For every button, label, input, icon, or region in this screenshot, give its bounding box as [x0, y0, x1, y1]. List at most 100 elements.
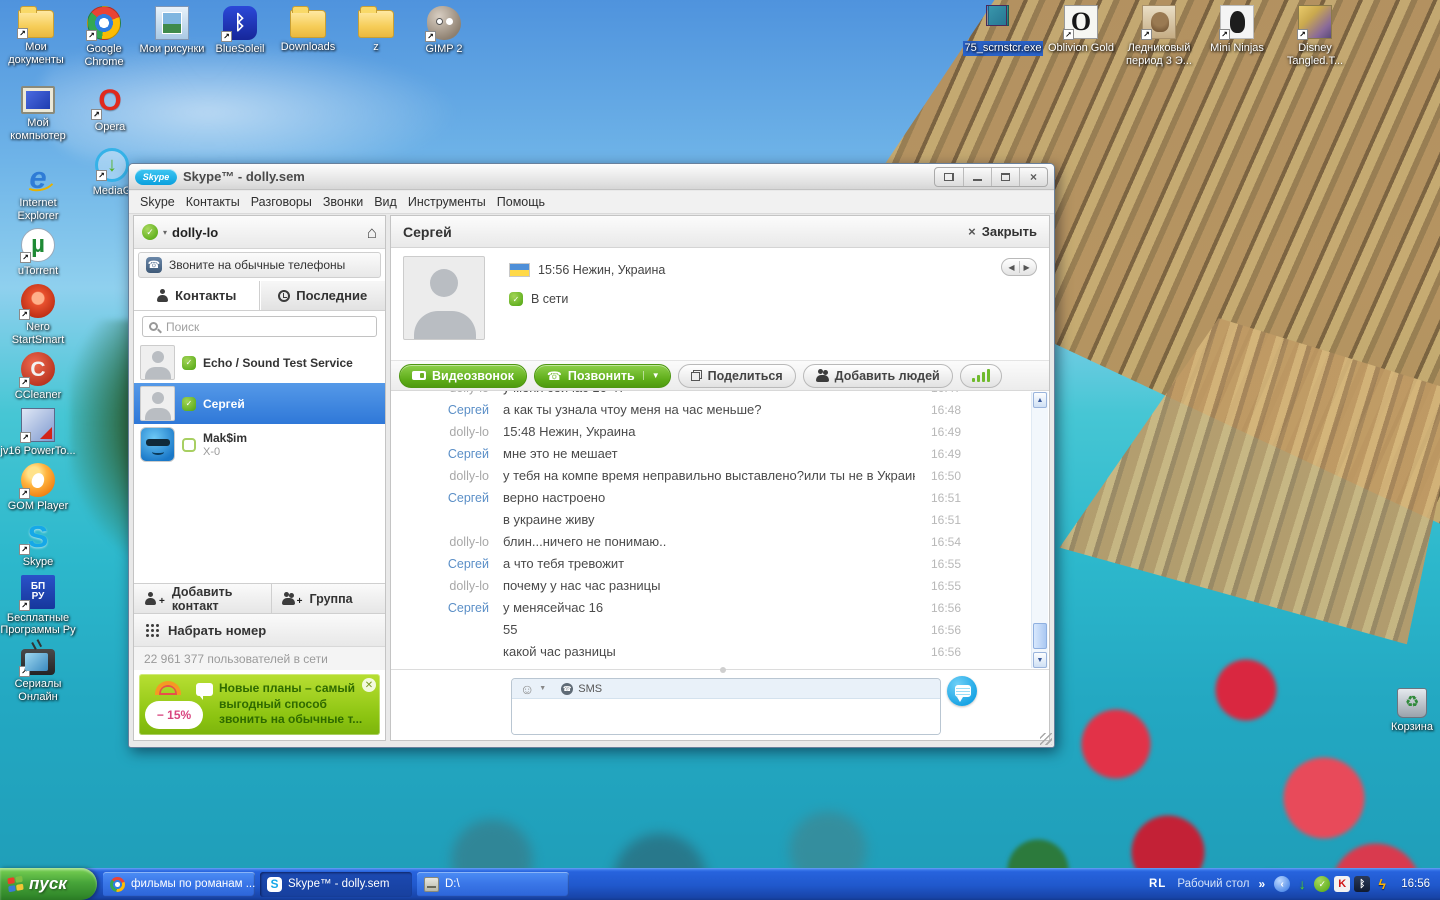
menu-item-2[interactable]: Контакты: [185, 193, 241, 211]
menu-item-3[interactable]: Разговоры: [250, 193, 313, 211]
menu-item-5[interactable]: Вид: [373, 193, 398, 211]
desktop-icon-exe75[interactable]: 75_scrnstcr.exe: [964, 5, 1042, 67]
desktop-icon-folder[interactable]: Downloads: [274, 6, 342, 68]
title-bar[interactable]: Skype Skype™ - dolly.sem ×: [129, 164, 1054, 190]
desktop-icon-gom[interactable]: ↗ GOM Player: [0, 463, 76, 513]
task-button[interactable]: D:\: [417, 871, 569, 897]
desktop-icon-bluesoleil[interactable]: ᛒ ↗ BlueSoleil: [206, 6, 274, 68]
desktop-toolbar-label[interactable]: Рабочий стол: [1177, 878, 1249, 890]
desktop-icon-ninjas[interactable]: ↗ Mini Ninjas: [1198, 5, 1276, 67]
desktop-icon-ie[interactable]: e Internet Explorer: [0, 160, 76, 222]
search-input[interactable]: [164, 318, 370, 335]
message-author: Сергей: [447, 601, 489, 615]
call-quality-button[interactable]: [959, 363, 1002, 388]
task-button[interactable]: S Skype™ - dolly.sem: [260, 871, 412, 897]
conversation-panel: Сергей × Закрыть 15:56 Нежин, Украина ✓ …: [390, 215, 1050, 741]
desktop-icon-nero[interactable]: ↗ Nero StartSmart: [0, 283, 76, 346]
skype-window: Skype Skype™ - dolly.sem × Skype Контакты…: [128, 163, 1055, 748]
maximize-button[interactable]: [991, 167, 1019, 186]
call-phones-button[interactable]: ☎ Звоните на обычные телефоны: [138, 252, 381, 278]
desktop-icon-skypeapp[interactable]: S ↗ Skype: [0, 519, 76, 569]
home-icon[interactable]: ⌂: [367, 224, 377, 241]
prev-arrow-icon[interactable]: ◀: [1004, 263, 1018, 272]
message-input-box[interactable]: ☺ ▼ ☎ SMS: [511, 678, 941, 735]
send-message-button[interactable]: [947, 676, 977, 706]
share-button[interactable]: Поделиться: [677, 363, 796, 388]
menu-item-1[interactable]: Skype: [139, 193, 176, 211]
desktop-icon-bpru[interactable]: БП РУ ↗ Бесплатные Программы Ру: [0, 574, 76, 637]
contact-row[interactable]: Mak$im X-0: [134, 424, 385, 465]
emoticon-dropdown-icon[interactable]: ▼: [539, 685, 546, 692]
add-contact-button[interactable]: + Добавить контакт: [134, 584, 272, 613]
scrollbar-thumb[interactable]: [1033, 623, 1047, 649]
desktop-icon-gimp[interactable]: ↗ GIMP 2: [410, 6, 478, 68]
scroll-down-icon[interactable]: ▼: [1033, 652, 1047, 668]
mediaget-tray-icon[interactable]: ↓: [1294, 876, 1310, 892]
video-call-button[interactable]: Видеозвонок: [399, 363, 527, 388]
emoticon-icon[interactable]: ☺: [520, 682, 534, 696]
ad-close-icon[interactable]: ✕: [362, 678, 376, 692]
call-button[interactable]: ☎ Позвонить ▼: [533, 363, 671, 388]
kaspersky-tray-icon[interactable]: K: [1334, 876, 1351, 892]
message-input[interactable]: [512, 700, 940, 734]
desktop-icon-utorrent[interactable]: µ ↗ uTorrent: [0, 228, 76, 278]
restore-button[interactable]: [935, 168, 963, 186]
sms-label[interactable]: SMS: [578, 683, 602, 695]
add-people-button[interactable]: Добавить людей: [802, 363, 953, 388]
ukraine-flag-icon: [509, 263, 530, 277]
create-group-button[interactable]: + Группа: [272, 584, 385, 613]
icon-label: Disney Tangled.T...: [1286, 42, 1344, 67]
status-dropdown-icon[interactable]: ▾: [163, 228, 167, 237]
search-box[interactable]: [142, 316, 377, 337]
close-icon: ×: [968, 224, 976, 239]
desktop-icon-tangled[interactable]: ↗ Disney Tangled.T...: [1276, 5, 1354, 67]
minimize-button[interactable]: [963, 167, 991, 186]
language-indicator[interactable]: RL: [1149, 878, 1166, 890]
ad-line: Новые планы – самый: [219, 681, 356, 696]
desktop-icon-oblivion[interactable]: O ↗ Oblivion Gold: [1042, 5, 1120, 67]
profile-nav-arrows[interactable]: ◀ ▶: [1001, 258, 1037, 276]
close-button[interactable]: ×: [1019, 167, 1047, 186]
current-user-row[interactable]: ✓ ▾ dolly-lo ⌂: [134, 216, 385, 249]
desktop-icon-folder[interactable]: z: [342, 6, 410, 68]
menu-item-7[interactable]: Помощь: [496, 193, 546, 211]
dial-number-button[interactable]: Набрать номер: [134, 613, 385, 646]
scroll-up-icon[interactable]: ▲: [1033, 392, 1047, 408]
task-button[interactable]: фильмы по романам ...: [103, 871, 255, 897]
hide-tray-icon[interactable]: ‹: [1274, 876, 1291, 892]
phone-icon: ☎: [146, 257, 162, 273]
power-tray-icon[interactable]: ϟ: [1374, 876, 1390, 892]
tab-recent[interactable]: Последние: [259, 281, 385, 310]
skype-tray-icon[interactable]: ✓: [1314, 876, 1331, 892]
sms-icon[interactable]: ☎: [561, 682, 574, 695]
start-button[interactable]: пуск: [0, 868, 97, 900]
bluesoleil-icon: ᛒ ↗: [221, 6, 257, 42]
menu-item-4[interactable]: Звонки: [322, 193, 364, 211]
resize-grip[interactable]: [1040, 733, 1052, 745]
desktop-icon-ccleaner[interactable]: C ↗ CCleaner: [0, 352, 76, 402]
desktop-icon-pictures[interactable]: Мои рисунки: [138, 6, 206, 68]
contact-info: Сергей: [203, 397, 245, 411]
desktop-icon-chrome[interactable]: ↗ Google Chrome: [70, 6, 138, 68]
desktop-icon-computer[interactable]: Мой компьютер: [2, 84, 74, 142]
user-status-icon[interactable]: ✓: [142, 224, 158, 240]
next-arrow-icon[interactable]: ▶: [1020, 263, 1034, 272]
desktop-icon-folder[interactable]: ↗ Мои документы: [2, 6, 70, 68]
call-dropdown-icon[interactable]: ▼: [642, 371, 666, 380]
desktop-icon-iceage[interactable]: ↗ Ледниковый период 3 Э...: [1120, 5, 1198, 67]
ad-banner[interactable]: − 15% Новые планы – самый выгодный спосо…: [139, 674, 380, 735]
chat-scrollbar[interactable]: ▲ ▼: [1031, 392, 1048, 668]
desktop-icon-jv16[interactable]: ↗ jv16 PowerTo...: [0, 407, 76, 458]
desktop-icon-tv[interactable]: ↗ Сериалы Онлайн: [0, 643, 76, 703]
menu-item-6[interactable]: Инструменты: [407, 193, 487, 211]
minimize-icon: [973, 178, 982, 181]
bluetooth-tray-icon[interactable]: ᛒ: [1354, 876, 1371, 892]
desktop-icon-opera[interactable]: O ↗ Opera: [74, 84, 146, 142]
toolbar-chevron-icon[interactable]: »: [1259, 877, 1266, 891]
desktop-icon-recycle[interactable]: ♻ Корзина: [1378, 686, 1440, 734]
close-conversation-button[interactable]: × Закрыть: [968, 224, 1037, 239]
tab-contacts[interactable]: Контакты: [134, 281, 260, 310]
clock[interactable]: 16:56: [1401, 878, 1430, 890]
contact-row[interactable]: ✓ Echo / Sound Test Service: [134, 342, 385, 383]
contact-row[interactable]: ✓ Сергей: [134, 383, 385, 424]
